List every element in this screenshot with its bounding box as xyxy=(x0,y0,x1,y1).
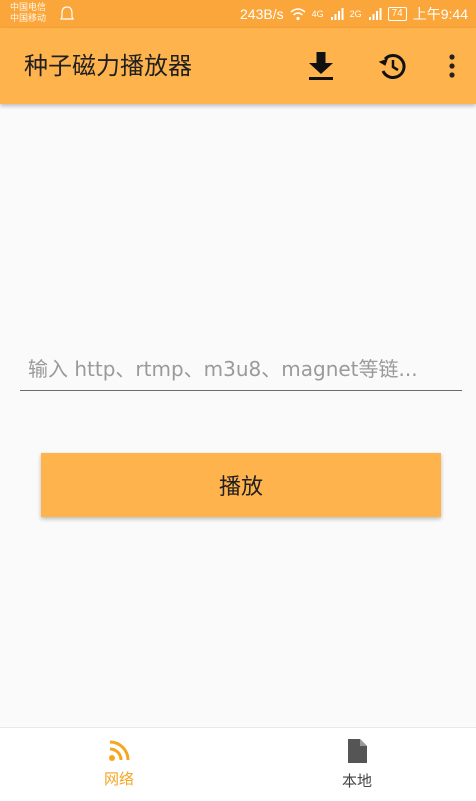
carrier-1: 中国电信 xyxy=(10,2,47,12)
download-button[interactable] xyxy=(303,48,339,84)
play-button-label: 播放 xyxy=(218,475,263,500)
nav-tab-network-label: 网络 xyxy=(103,770,134,788)
history-icon xyxy=(378,54,406,79)
network-speed: 243B/s xyxy=(240,6,284,22)
url-input[interactable] xyxy=(20,350,462,388)
more-vert-icon xyxy=(449,54,455,78)
network-type-a: 4G xyxy=(311,9,324,19)
history-button[interactable] xyxy=(375,48,411,84)
app-title: 种子磁力播放器 xyxy=(24,52,192,80)
rss-icon xyxy=(109,740,130,761)
more-options-button[interactable] xyxy=(434,48,470,84)
app-bar: 种子磁力播放器 xyxy=(0,28,476,104)
bottom-navigation: 网络 本地 xyxy=(0,727,476,801)
battery-icon: 74 xyxy=(387,7,407,21)
carrier-2: 中国移动 xyxy=(10,13,47,23)
network-type-b: 2G xyxy=(349,9,362,19)
signal-icon-2 xyxy=(368,8,382,20)
signal-icon-1 xyxy=(330,8,344,20)
nav-tab-local[interactable]: 本地 xyxy=(238,728,476,801)
notification-icon xyxy=(60,6,74,20)
url-input-container xyxy=(20,350,462,391)
file-icon xyxy=(348,739,367,763)
wifi-icon xyxy=(290,8,306,21)
status-right: 243B/s 4G 2G 74 上午9:44 xyxy=(240,4,468,24)
carrier-info: 中国电信 中国移动 xyxy=(10,2,46,24)
clock: 上午9:44 xyxy=(412,6,468,22)
status-bar: 中国电信 中国移动 243B/s 4G 2G 74 上午9:44 xyxy=(0,0,476,28)
play-button[interactable]: 播放 xyxy=(41,453,441,517)
nav-tab-network[interactable]: 网络 xyxy=(0,728,238,801)
nav-tab-local-label: 本地 xyxy=(341,772,372,790)
download-icon xyxy=(309,52,333,80)
